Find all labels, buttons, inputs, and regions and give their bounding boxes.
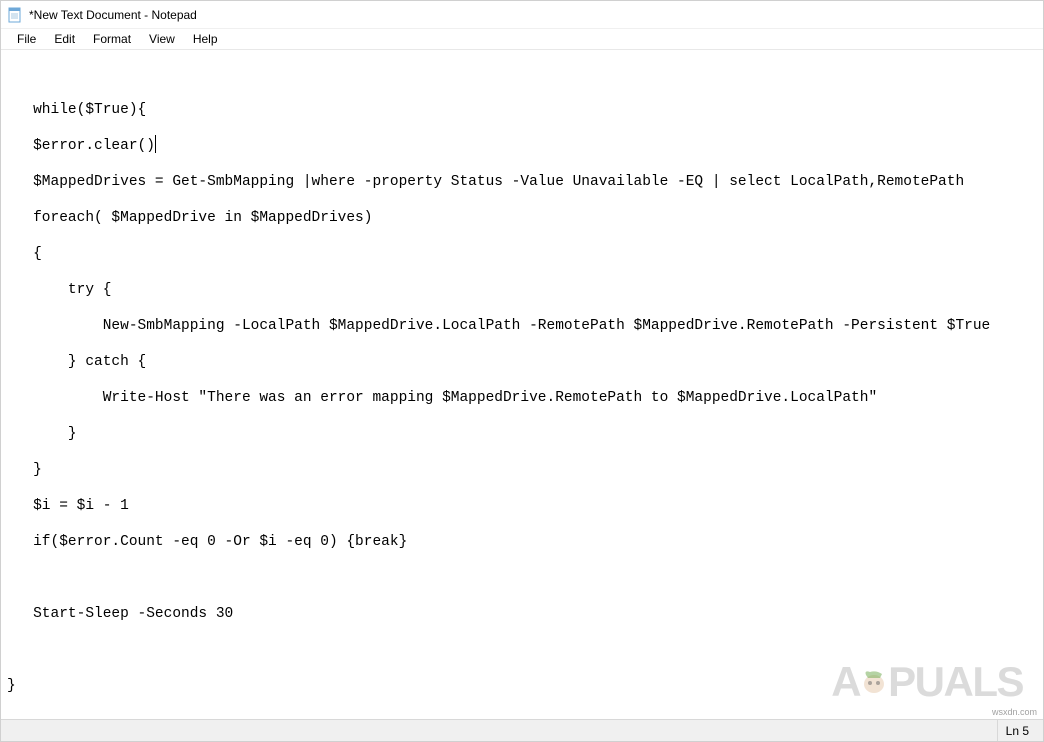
menu-help[interactable]: Help bbox=[185, 30, 226, 48]
titlebar: *New Text Document - Notepad bbox=[1, 1, 1043, 29]
code-line: while($True){ bbox=[7, 102, 146, 118]
code-line: } catch { bbox=[7, 354, 146, 370]
code-line: } bbox=[7, 462, 42, 478]
menu-format[interactable]: Format bbox=[85, 30, 139, 48]
code-line: } bbox=[7, 426, 77, 442]
menu-file[interactable]: File bbox=[9, 30, 44, 48]
code-line: } bbox=[7, 678, 16, 694]
text-editor[interactable]: while($True){ $error.clear() $MappedDriv… bbox=[1, 50, 1043, 719]
editor-content[interactable]: while($True){ $error.clear() $MappedDriv… bbox=[7, 92, 1037, 704]
code-line: $MappedDrives = Get-SmbMapping |where -p… bbox=[7, 174, 964, 190]
code-line: try { bbox=[7, 282, 111, 298]
code-line: Start-Sleep -Seconds 30 bbox=[7, 606, 233, 622]
text-caret bbox=[155, 135, 156, 153]
menu-edit[interactable]: Edit bbox=[46, 30, 83, 48]
code-line: Write-Host "There was an error mapping $… bbox=[7, 390, 877, 406]
status-position: Ln 5 bbox=[997, 720, 1037, 741]
code-line: New-SmbMapping -LocalPath $MappedDrive.L… bbox=[7, 318, 990, 334]
notepad-icon bbox=[7, 7, 23, 23]
window-title: *New Text Document - Notepad bbox=[29, 8, 197, 22]
code-line: $i = $i - 1 bbox=[7, 498, 129, 514]
statusbar: Ln 5 bbox=[1, 719, 1043, 741]
code-line: if($error.Count -eq 0 -Or $i -eq 0) {bre… bbox=[7, 534, 407, 550]
code-line: foreach( $MappedDrive in $MappedDrives) bbox=[7, 210, 372, 226]
menu-view[interactable]: View bbox=[141, 30, 183, 48]
code-line: $error.clear() bbox=[7, 138, 155, 154]
code-line: { bbox=[7, 246, 42, 262]
menubar: File Edit Format View Help bbox=[1, 29, 1043, 50]
